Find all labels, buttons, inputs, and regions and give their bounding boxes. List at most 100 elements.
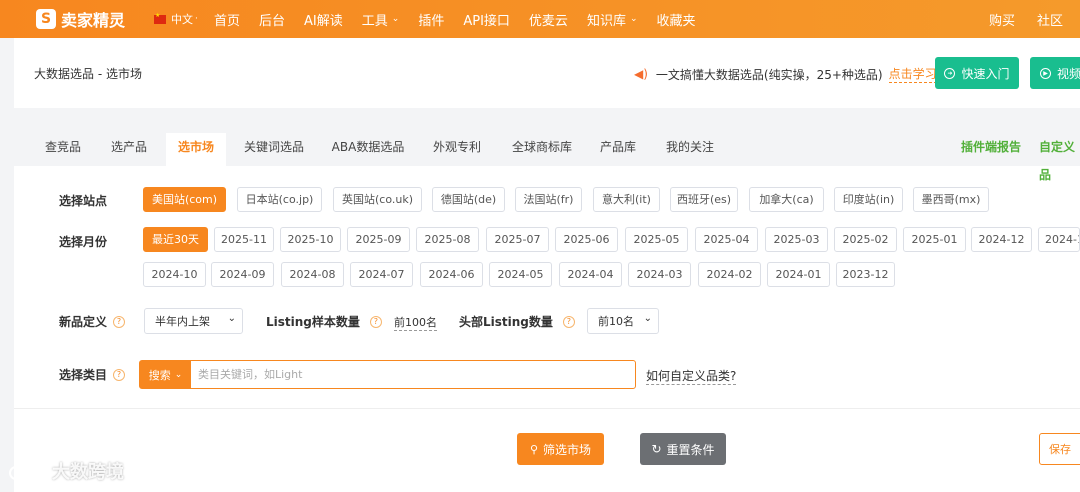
help-icon[interactable]: ? [113, 368, 126, 381]
month-chip[interactable]: 2024-10 [143, 262, 206, 287]
month-chip[interactable]: 2025-09 [347, 227, 410, 252]
sample-label: Listing样本数量? [266, 313, 382, 330]
video-label: 视频 [1057, 66, 1080, 81]
month-chip[interactable]: 2025-01 [903, 227, 966, 252]
learn-link[interactable]: 点击学习 [888, 65, 937, 83]
month-chip[interactable]: 2025-02 [834, 227, 897, 252]
month-chip[interactable]: 2024-08 [281, 262, 344, 287]
custom-category-howto-link[interactable]: 如何自定义品类? [646, 367, 737, 385]
chevron-down-icon: ⌄ [629, 14, 638, 24]
month-chip[interactable]: 2024-1 [1038, 227, 1080, 252]
quickstart-label: 快速入门 [961, 66, 1010, 81]
tab-market[interactable]: 选市场 [166, 133, 226, 166]
month-chip[interactable]: 2024-04 [559, 262, 622, 287]
nav-backend[interactable]: 后台 [259, 10, 285, 29]
month-chip[interactable]: 2025-03 [765, 227, 828, 252]
filter-market-button[interactable]: ⚲ 筛选市场 [517, 433, 604, 465]
watermark-logo-icon [9, 463, 46, 480]
station-chip-in[interactable]: 印度站(in) [834, 187, 903, 212]
nav-ai[interactable]: AI解读 [304, 10, 343, 29]
top-value: 前10名 [598, 315, 634, 328]
custom-category-link[interactable]: 自定义品 [1039, 133, 1080, 189]
nav-favorites[interactable]: 收藏夹 [657, 10, 696, 29]
search-mode-label: 搜索 [148, 368, 171, 382]
month-chip[interactable]: 2024-12 [971, 227, 1032, 252]
nav-buy[interactable]: 购买 [989, 10, 1015, 29]
reset-label: 重置条件 [666, 442, 715, 457]
station-chip-jp[interactable]: 日本站(co.jp) [237, 187, 322, 212]
speaker-icon: ◀) [634, 67, 648, 81]
top-select[interactable]: 前10名 ⌄ [587, 308, 659, 334]
reset-button[interactable]: ↻ 重置条件 [640, 433, 726, 465]
save-button[interactable]: 保存 [1039, 433, 1080, 465]
help-icon[interactable]: ? [562, 315, 575, 328]
sample-value[interactable]: 前100名 [394, 314, 437, 331]
tab-keyword[interactable]: 关键词选品 [236, 133, 312, 166]
breadcrumb: 大数据选品 - 选市场 [34, 67, 142, 81]
chevron-down-icon: ⌄ [391, 14, 400, 24]
category-search-input[interactable] [198, 365, 618, 384]
tab-product-library[interactable]: 产品库 [592, 133, 644, 166]
station-chip-mx[interactable]: 墨西哥(mx) [913, 187, 989, 212]
month-chip-recent30[interactable]: 最近30天 [143, 227, 208, 252]
language-label: 中文 [171, 13, 193, 26]
plugin-report-link[interactable]: 插件端报告 [961, 133, 1021, 161]
help-icon[interactable]: ? [369, 315, 382, 328]
video-button[interactable]: ▶ 视频 [1030, 57, 1080, 89]
help-icon[interactable]: ? [113, 315, 126, 328]
newprod-select[interactable]: 半年内上架 ⌄ [144, 308, 243, 334]
month-chip[interactable]: 2025-06 [555, 227, 618, 252]
nav-tools[interactable]: 工具 ⌄ [362, 10, 400, 29]
tab-products[interactable]: 选产品 [99, 133, 159, 166]
tab-design-patent[interactable]: 外观专利 [424, 133, 490, 166]
nav-youmaiyun[interactable]: 优麦云 [529, 10, 568, 29]
station-chip-ca[interactable]: 加拿大(ca) [749, 187, 824, 212]
station-chip-de[interactable]: 德国站(de) [432, 187, 505, 212]
nav-plugin[interactable]: 插件 [418, 10, 444, 29]
top-nav: S 卖家精灵 中文· 首页 后台 AI解读 工具⌄ 插件 API接口 优麦云 知… [0, 0, 1080, 38]
month-chip[interactable]: 2025-08 [416, 227, 479, 252]
nav-knowledge[interactable]: 知识库 ⌄ [587, 10, 638, 29]
logo[interactable]: S 卖家精灵 [36, 7, 146, 31]
language-switch[interactable]: 中文· [154, 11, 214, 27]
month-chip[interactable]: 2024-02 [698, 262, 761, 287]
station-chip-uk[interactable]: 英国站(co.uk) [333, 187, 422, 212]
search-mode-dropdown[interactable]: 搜索 ⌄ [140, 361, 191, 388]
month-chip[interactable]: 2025-07 [486, 227, 549, 252]
month-chip[interactable]: 2025-04 [695, 227, 758, 252]
announcement: ◀) 一文搞懂大数据选品(纯实操，25+种选品) 点击学习 [634, 65, 937, 83]
station-chip-fr[interactable]: 法国站(fr) [515, 187, 582, 212]
filter-market-label: 筛选市场 [543, 442, 592, 457]
month-chip[interactable]: 2025-11 [214, 227, 274, 252]
station-chip-es[interactable]: 西班牙(es) [670, 187, 738, 212]
tab-trademark[interactable]: 全球商标库 [504, 133, 580, 166]
sample-label-text: Listing样本数量 [266, 315, 360, 329]
station-chip-us[interactable]: 美国站(com) [143, 187, 226, 212]
divider [14, 408, 1080, 409]
nav-community[interactable]: 社区 [1037, 10, 1063, 29]
month-chip[interactable]: 2024-09 [211, 262, 274, 287]
category-label: 选择类目? [59, 366, 126, 383]
month-chip[interactable]: 2024-05 [489, 262, 552, 287]
quickstart-button[interactable]: ➜ 快速入门 [935, 57, 1019, 89]
month-chip[interactable]: 2024-03 [628, 262, 691, 287]
tab-competitor[interactable]: 查竞品 [32, 133, 94, 166]
nav-api[interactable]: API接口 [463, 10, 510, 29]
nav-home[interactable]: 首页 [214, 10, 240, 29]
top-label: 头部Listing数量? [459, 313, 575, 330]
watermark-text: 大数跨境 [52, 462, 124, 483]
month-chip[interactable]: 2024-07 [350, 262, 413, 287]
month-chip[interactable]: 2023-12 [836, 262, 895, 287]
logo-text: 卖家精灵 [61, 11, 126, 30]
station-chip-it[interactable]: 意大利(it) [593, 187, 660, 212]
month-chip[interactable]: 2025-05 [625, 227, 688, 252]
month-chip[interactable]: 2024-06 [420, 262, 483, 287]
chevron-down-icon: ⌄ [174, 369, 183, 380]
newprod-label-text: 新品定义 [59, 315, 108, 329]
nav-tools-label: 工具 [361, 13, 388, 29]
tab-watchlist[interactable]: 我的关注 [658, 133, 722, 166]
tab-aba[interactable]: ABA数据选品 [326, 133, 410, 166]
month-chip[interactable]: 2025-10 [280, 227, 341, 252]
arrow-circle-icon: ➜ [944, 67, 956, 79]
month-chip[interactable]: 2024-01 [767, 262, 830, 287]
